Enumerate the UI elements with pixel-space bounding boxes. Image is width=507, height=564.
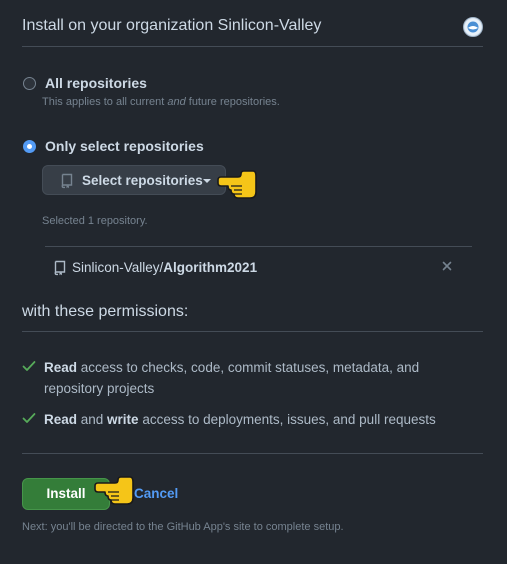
select-repositories-radio[interactable]	[23, 140, 36, 153]
pointing-hand-icon	[94, 476, 134, 505]
x-icon[interactable]	[440, 259, 454, 273]
install-app-panel: Install on your organization Sinlicon-Va…	[0, 0, 507, 564]
permission-item: Read and write access to deployments, is…	[22, 409, 442, 430]
pointing-hand-icon	[217, 170, 257, 199]
all-repositories-label[interactable]: All repositories	[45, 75, 147, 91]
all-repositories-radio[interactable]	[23, 77, 36, 90]
repo-icon	[54, 260, 66, 276]
permissions-heading: with these permissions:	[22, 303, 483, 332]
check-icon	[22, 413, 36, 423]
setup-footnote: Next: you'll be directed to the GitHub A…	[22, 521, 344, 533]
header: Install on your organization Sinlicon-Va…	[22, 0, 483, 47]
repo-icon	[61, 173, 73, 189]
permission-item: Read access to checks, code, commit stat…	[22, 357, 442, 399]
cancel-link[interactable]: Cancel	[134, 486, 178, 501]
select-repositories-label[interactable]: Only select repositories	[45, 138, 204, 154]
page-title: Install on your organization Sinlicon-Va…	[22, 17, 322, 34]
selected-repo-row: Sinlicon-Valley/Algorithm2021	[45, 246, 472, 287]
org-logo-icon	[465, 19, 481, 35]
all-repositories-description: This applies to all current and future r…	[42, 96, 280, 108]
triangle-down-icon	[203, 179, 211, 183]
selected-count-text: Selected 1 repository.	[42, 215, 148, 227]
org-avatar	[463, 17, 483, 37]
select-repositories-button-label: Select repositories	[82, 173, 203, 188]
select-repositories-button[interactable]: Select repositories	[42, 165, 226, 195]
repo-full-name: Sinlicon-Valley/Algorithm2021	[72, 260, 258, 275]
check-icon	[22, 361, 36, 371]
permission-text: Read and write access to deployments, is…	[44, 412, 436, 427]
permission-text: Read access to checks, code, commit stat…	[44, 360, 420, 396]
divider	[22, 453, 483, 454]
